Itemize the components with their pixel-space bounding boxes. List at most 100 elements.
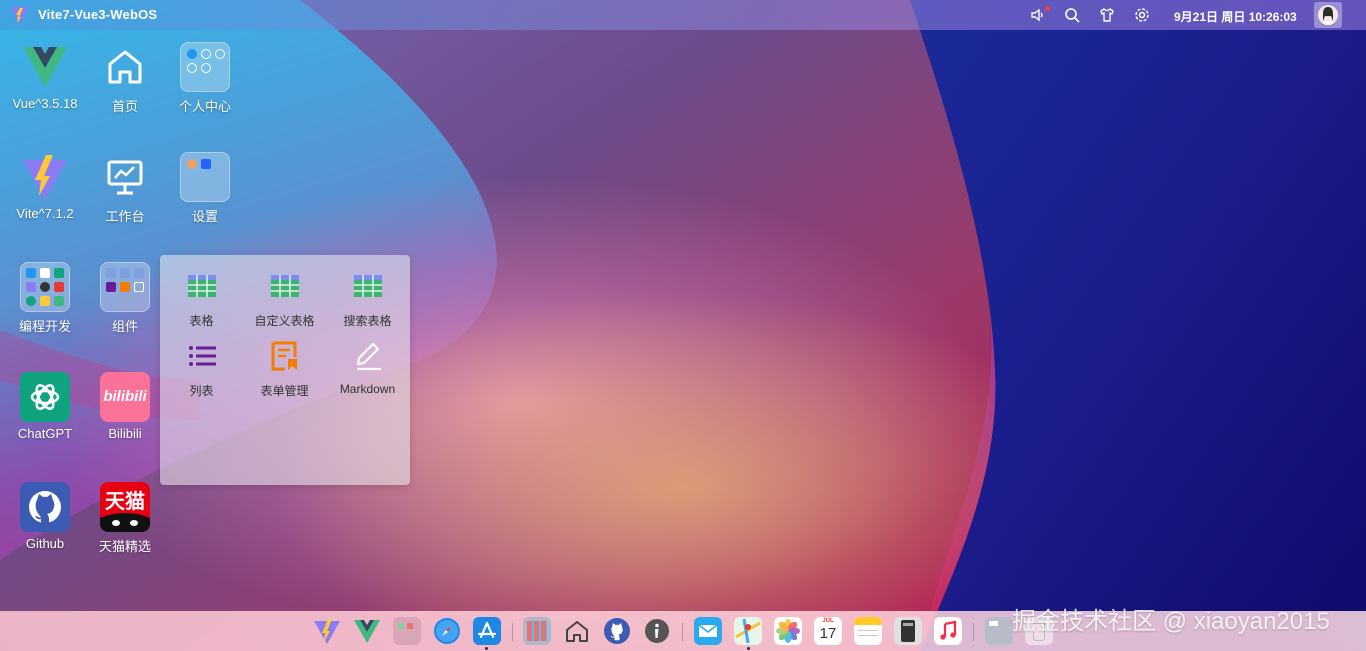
- chatgpt-logo-icon: [20, 372, 70, 422]
- popup-item-label: 表单管理: [260, 384, 309, 398]
- desktop-icon-label: 个人中心: [178, 99, 231, 114]
- avatar-mini-icon: [40, 268, 50, 278]
- clock-mini-icon: [201, 63, 211, 73]
- devtools-folder-icon: [20, 262, 70, 312]
- desktop-icon-label: 天猫精选: [98, 539, 151, 554]
- components-folder-icon: [100, 262, 150, 312]
- desktop-folder-profile[interactable]: 个人中心: [165, 32, 245, 122]
- desktop-folder-settings[interactable]: 设置: [165, 142, 245, 232]
- vue-logo-icon: [23, 47, 67, 87]
- desktop-icon-workbench[interactable]: 工作台: [85, 142, 165, 232]
- dock-vite-icon[interactable]: [313, 617, 341, 645]
- launchpad-grid: [527, 621, 547, 641]
- components-folder-popup: 表格 自定义表格 搜索表格 列表 表单管理 Markdown: [160, 255, 410, 485]
- popup-item-custom-table[interactable]: 自定义表格: [243, 255, 326, 328]
- table-mini-icon: [134, 268, 144, 278]
- dock-info-icon[interactable]: [643, 617, 671, 645]
- dock-vue-icon[interactable]: [353, 617, 381, 645]
- desktop-icon-vue[interactable]: Vue^3.5.18: [5, 32, 85, 122]
- notes-line: [858, 630, 878, 631]
- notification-dot: [1045, 6, 1050, 11]
- desktop-icon-home[interactable]: 首页: [85, 32, 165, 122]
- pencil-mini-icon: [134, 282, 144, 292]
- dock-divider: [973, 623, 974, 641]
- dock-finder-folder-icon[interactable]: [985, 617, 1013, 645]
- table-mini-icon: [106, 268, 116, 278]
- gear-mini-icon: [187, 159, 197, 169]
- form-mini-icon: [120, 282, 130, 292]
- dock-safari-icon[interactable]: [433, 617, 461, 645]
- calendar-day: 17: [819, 625, 837, 642]
- mini-window: [989, 621, 998, 626]
- monitor-chart-icon: [107, 160, 143, 195]
- dock-running-indicator: [485, 647, 488, 650]
- vscode-mini-icon: [26, 268, 36, 278]
- dock-music-icon[interactable]: [934, 617, 962, 645]
- dock-launchpad-icon[interactable]: [523, 617, 551, 645]
- dock-maps-icon[interactable]: [734, 617, 762, 645]
- users-mini-icon: [215, 49, 225, 59]
- dock-photos-icon[interactable]: [774, 617, 802, 645]
- dock-folder-icon[interactable]: [393, 617, 421, 645]
- dock-github-icon[interactable]: [603, 617, 631, 645]
- dock-calculator-icon[interactable]: [894, 617, 922, 645]
- dock-divider: [512, 623, 513, 641]
- table-mini-icon: [120, 268, 130, 278]
- user-outline-mini-icon: [201, 49, 211, 59]
- popup-item-search-table[interactable]: 搜索表格: [326, 255, 409, 328]
- github-mini-icon: [40, 282, 50, 292]
- bilibili-logo-icon: bilibili: [100, 372, 150, 422]
- github-logo-icon: [20, 482, 70, 532]
- form-icon: [271, 341, 297, 371]
- vue-mini-icon: [54, 296, 64, 306]
- desktop-icon-bilibili[interactable]: bilibili Bilibili: [85, 362, 165, 452]
- popup-item-label: 列表: [189, 384, 214, 398]
- app-mini-icon: [54, 268, 64, 278]
- desktop-icon-github[interactable]: Github: [5, 472, 85, 562]
- app-title: Vite7-Vue3-WebOS: [38, 7, 158, 22]
- home-icon: [108, 50, 142, 84]
- popup-item-label: Markdown: [339, 382, 396, 396]
- dock-home-icon[interactable]: [563, 617, 591, 645]
- app-mini-icon: [398, 623, 404, 629]
- shirt-icon[interactable]: [1098, 6, 1116, 24]
- settings-folder-icon: [180, 152, 230, 202]
- top-menu-bar: Vite7-Vue3-WebOS 9月21日 周日 10:26:03: [0, 0, 1366, 30]
- notes-header: [854, 617, 882, 625]
- window-mini-icon: [201, 159, 211, 169]
- pencil-icon: [356, 342, 381, 371]
- dock-notes-icon[interactable]: [854, 617, 882, 645]
- desktop-folder-components[interactable]: 组件: [85, 252, 165, 342]
- watermark-text: 掘金技术社区 @ xiaoyan2015: [1012, 608, 1330, 635]
- dock-divider: [682, 623, 683, 641]
- list-mini-icon: [106, 282, 116, 292]
- desktop-icon-chatgpt[interactable]: ChatGPT: [5, 362, 85, 452]
- chatgpt-mini-icon: [26, 296, 36, 306]
- list-icon: [189, 346, 216, 366]
- dock-mail-icon[interactable]: [694, 617, 722, 645]
- vite-logo-icon[interactable]: [10, 5, 30, 25]
- gitee-mini-icon: [54, 282, 64, 292]
- desktop-folder-devtools[interactable]: 编程开发: [5, 252, 85, 342]
- search-icon[interactable]: [1063, 6, 1081, 24]
- profile-folder-icon: [180, 42, 230, 92]
- desktop-icon-tmall[interactable]: 天猫 天猫精选: [85, 472, 165, 562]
- popup-item-table[interactable]: 表格: [160, 255, 243, 328]
- desktop-icon-vite[interactable]: Vite^7.1.2: [5, 142, 85, 232]
- notes-line: [858, 635, 878, 636]
- gear-icon[interactable]: [1133, 6, 1151, 24]
- calculator-screen: [903, 623, 913, 626]
- popup-item-form-manage[interactable]: 表单管理: [243, 325, 326, 398]
- calendar-month: JUL: [822, 618, 834, 624]
- desktop-icon-label: 设置: [191, 209, 218, 224]
- tmall-logo-icon: 天猫: [100, 482, 150, 532]
- user-avatar-button[interactable]: [1314, 2, 1342, 28]
- table-icon: [188, 275, 216, 297]
- dock-calendar-icon[interactable]: JUL 17: [814, 617, 842, 645]
- popup-item-list[interactable]: 列表: [160, 325, 243, 398]
- avatar: [1318, 5, 1338, 25]
- clock-datetime[interactable]: 9月21日 周日 10:26:03: [1174, 8, 1297, 25]
- dock-running-indicator: [747, 647, 750, 650]
- popup-item-markdown[interactable]: Markdown: [326, 325, 409, 396]
- dock-appstore-icon[interactable]: [473, 617, 501, 645]
